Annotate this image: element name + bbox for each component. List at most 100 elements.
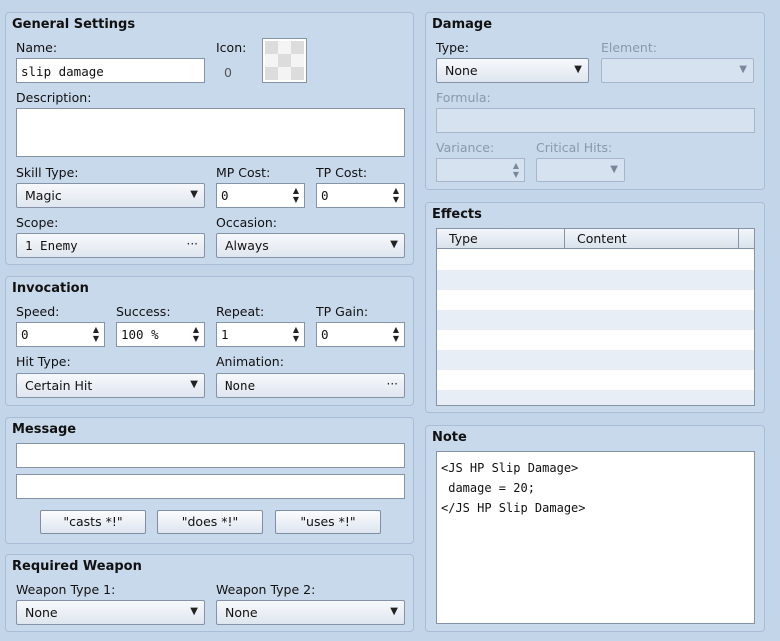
chevron-down-icon: ▼	[390, 239, 398, 250]
hit-type-select[interactable]: Certain Hit ▼	[16, 373, 205, 398]
message-line-2-input[interactable]	[16, 474, 405, 499]
repeat-stepper[interactable]: 1 ▲ ▼	[216, 322, 305, 347]
required-weapon-panel: Required Weapon Weapon Type 1: None ▼ We…	[5, 554, 414, 632]
animation-select[interactable]: None ···	[216, 373, 405, 398]
icon-label: Icon:	[216, 40, 247, 55]
icon-picker[interactable]	[262, 38, 307, 83]
tp-cost-value: 0	[321, 188, 329, 203]
success-value: 100 %	[121, 327, 159, 342]
note-textarea[interactable]: <JS HP Slip Damage> damage = 20; </JS HP…	[436, 451, 755, 624]
critical-hits-label: Critical Hits:	[536, 140, 613, 155]
message-line-1-input[interactable]	[16, 443, 405, 468]
invocation-panel: Invocation Speed: 0 ▲ ▼ Success: 100 % ▲ ▼…	[5, 276, 414, 406]
skill-type-label: Skill Type:	[16, 165, 79, 180]
mp-cost-label: MP Cost:	[216, 165, 271, 180]
effects-table-header: Type Content	[437, 229, 754, 249]
effects-table[interactable]: Type Content	[436, 228, 755, 406]
general-settings-panel: General Settings Name: slip damage Icon:…	[5, 12, 414, 265]
spin-arrows-icon[interactable]: ▲ ▼	[392, 325, 400, 343]
formula-label: Formula:	[436, 90, 491, 105]
weapon-type-1-value: None	[25, 605, 58, 620]
spin-arrows-icon[interactable]: ▲ ▼	[292, 325, 300, 343]
table-row[interactable]	[437, 270, 754, 290]
note-title: Note	[432, 430, 467, 445]
occasion-value: Always	[225, 238, 269, 253]
occasion-select[interactable]: Always ▼	[216, 233, 405, 258]
tp-gain-stepper[interactable]: 0 ▲ ▼	[316, 322, 405, 347]
chevron-down-icon: ▼	[190, 379, 198, 390]
spin-arrows-icon[interactable]: ▲ ▼	[192, 325, 200, 343]
spin-arrows-icon[interactable]: ▲ ▼	[392, 186, 400, 204]
message-title: Message	[12, 422, 77, 437]
table-row[interactable]	[437, 250, 754, 270]
formula-input[interactable]	[436, 108, 755, 133]
name-label: Name:	[16, 40, 58, 55]
uses-button[interactable]: "uses *!"	[275, 510, 381, 534]
tp-cost-label: TP Cost:	[316, 165, 368, 180]
damage-panel: Damage Type: None ▼ Element: ▼ Formula: …	[425, 12, 765, 190]
element-select[interactable]: ▼	[601, 58, 754, 83]
critical-hits-select[interactable]: ▼	[536, 158, 625, 182]
ellipsis-icon: ···	[186, 237, 198, 251]
chevron-down-icon: ▼	[574, 64, 582, 75]
mp-cost-stepper[interactable]: 0 ▲ ▼	[216, 183, 305, 208]
note-panel: Note <JS HP Slip Damage> damage = 20; </…	[425, 425, 765, 632]
damage-type-label: Type:	[436, 40, 469, 55]
success-label: Success:	[116, 304, 171, 319]
weapon-type-1-label: Weapon Type 1:	[16, 582, 116, 597]
name-input[interactable]: slip damage	[16, 58, 205, 83]
table-row[interactable]	[437, 290, 754, 310]
column-header-content[interactable]: Content	[577, 231, 627, 246]
weapon-type-1-select[interactable]: None ▼	[16, 600, 205, 625]
scope-label: Scope:	[16, 215, 59, 230]
skill-type-value: Magic	[25, 188, 62, 203]
speed-value: 0	[21, 327, 29, 342]
effects-panel: Effects Type Content	[425, 202, 765, 413]
table-row[interactable]	[437, 390, 754, 405]
chevron-down-icon: ▼	[739, 64, 747, 75]
description-label: Description:	[16, 90, 92, 105]
damage-type-value: None	[445, 63, 478, 78]
invocation-title: Invocation	[12, 281, 89, 296]
spin-arrows-icon[interactable]: ▲ ▼	[92, 325, 100, 343]
repeat-value: 1	[221, 327, 229, 342]
weapon-type-2-value: None	[225, 605, 258, 620]
table-row[interactable]	[437, 350, 754, 370]
spin-arrows-icon[interactable]: ▲ ▼	[292, 186, 300, 204]
tp-gain-label: TP Gain:	[316, 304, 369, 319]
table-row[interactable]	[437, 330, 754, 350]
scope-value: 1 Enemy	[25, 238, 78, 253]
does-button[interactable]: "does *!"	[157, 510, 263, 534]
speed-stepper[interactable]: 0 ▲ ▼	[16, 322, 105, 347]
casts-button[interactable]: "casts *!"	[40, 510, 146, 534]
column-header-type[interactable]: Type	[449, 231, 478, 246]
tp-cost-stepper[interactable]: 0 ▲ ▼	[316, 183, 405, 208]
chevron-down-icon: ▼	[190, 606, 198, 617]
chevron-down-icon: ▼	[390, 606, 398, 617]
tp-gain-value: 0	[321, 327, 329, 342]
icon-index: 0	[224, 65, 232, 80]
description-input[interactable]	[16, 108, 405, 157]
element-label: Element:	[601, 40, 657, 55]
table-row[interactable]	[437, 370, 754, 390]
general-settings-title: General Settings	[12, 17, 136, 32]
occasion-label: Occasion:	[216, 215, 278, 230]
repeat-label: Repeat:	[216, 304, 265, 319]
animation-value: None	[225, 378, 256, 393]
success-stepper[interactable]: 100 % ▲ ▼	[116, 322, 205, 347]
mp-cost-value: 0	[221, 188, 229, 203]
skill-type-select[interactable]: Magic ▼	[16, 183, 205, 208]
damage-type-select[interactable]: None ▼	[436, 58, 589, 83]
weapon-type-2-select[interactable]: None ▼	[216, 600, 405, 625]
chevron-down-icon: ▼	[610, 164, 618, 175]
scope-select[interactable]: 1 Enemy ···	[16, 233, 205, 258]
speed-label: Speed:	[16, 304, 60, 319]
required-weapon-title: Required Weapon	[12, 559, 142, 574]
table-row[interactable]	[437, 310, 754, 330]
variance-stepper[interactable]: ▲ ▼	[436, 158, 525, 182]
animation-label: Animation:	[216, 354, 284, 369]
damage-title: Damage	[432, 17, 493, 32]
spin-arrows-icon[interactable]: ▲ ▼	[512, 161, 520, 179]
weapon-type-2-label: Weapon Type 2:	[216, 582, 316, 597]
message-panel: Message "casts *!" "does *!" "uses *!"	[5, 417, 414, 544]
